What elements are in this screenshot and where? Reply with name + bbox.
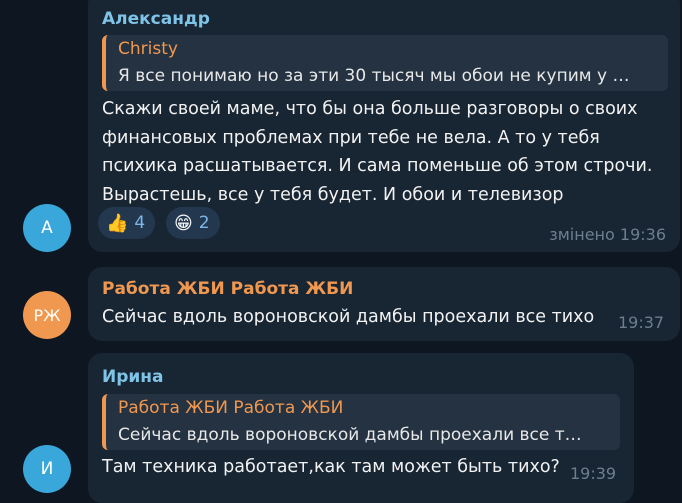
reaction-count: 2 [198,213,210,233]
message-bubble[interactable]: Работа ЖБИ Работа ЖБИ Сейчас вдоль ворон… [88,267,680,341]
reaction-grinning-face[interactable]: 😁 2 [166,207,220,239]
thumbs-up-icon: 👍 [106,212,129,234]
sender-name[interactable]: Ирина [102,367,164,387]
message-text: Скажи своей маме, что бы она больше разг… [102,99,653,205]
message-text: Сейчас вдоль вороновской дамбы проехали … [102,307,595,327]
reply-quote[interactable]: Работа ЖБИ Работа ЖБИ Сейчас вдоль ворон… [102,394,620,450]
reply-sender-name: Christy [118,39,178,59]
message-meta: 19:39 [570,464,617,483]
reaction-count: 4 [134,213,146,233]
message-text: Там техника работает,как там может быть … [102,457,560,477]
message-bubble[interactable]: Александр Christy Я все понимаю но за эт… [88,0,680,252]
reply-sender-name: Работа ЖБИ Работа ЖБИ [118,398,344,418]
reply-quote[interactable]: Christy Я все понимаю но за эти 30 тысяч… [102,35,668,91]
reply-text: Сейчас вдоль вороновской дамбы проехали … [118,425,582,445]
message-meta: 19:37 [618,313,665,332]
sender-name[interactable]: Александр [102,9,210,29]
avatar[interactable]: И [23,445,71,493]
avatar[interactable]: РЖ [23,291,71,339]
reaction-thumbs-up[interactable]: 👍 4 [98,207,156,239]
grinning-face-icon: 😁 [174,212,193,234]
sender-name[interactable]: Работа ЖБИ Работа ЖБИ [102,279,353,299]
message-bubble[interactable]: Ирина Работа ЖБИ Работа ЖБИ Сейчас вдоль… [88,353,634,503]
reply-text: Я все понимаю но за эти 30 тысяч мы обои… [118,66,630,86]
message-meta: змінено 19:36 [549,225,666,244]
avatar[interactable]: А [23,204,71,252]
